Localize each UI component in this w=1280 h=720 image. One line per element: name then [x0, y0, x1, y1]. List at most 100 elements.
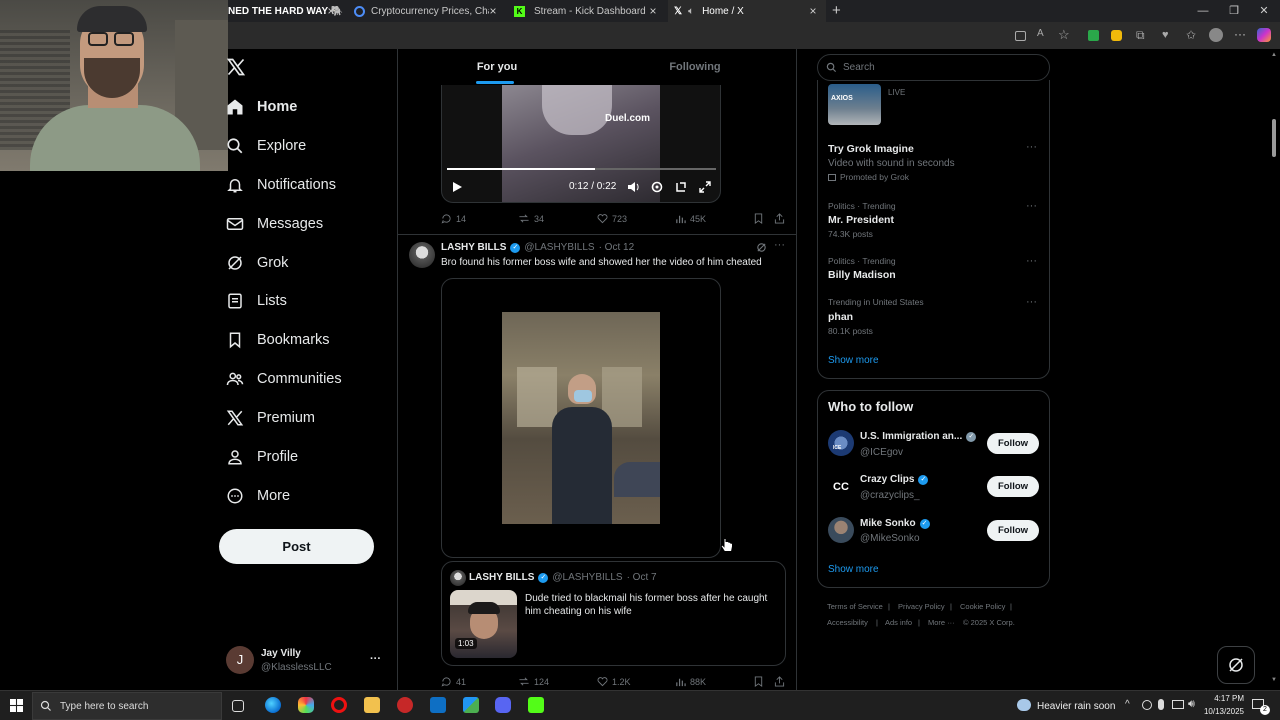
footer-link-accessibility[interactable]: Accessibility	[827, 618, 868, 627]
avatar[interactable]: ICE	[828, 430, 854, 456]
extension-yellow-icon[interactable]	[1111, 30, 1122, 41]
follow-suggestion-crazy-clips[interactable]: Crazy Clips ✓	[860, 474, 929, 485]
nav-notifications[interactable]: Notifications	[226, 169, 336, 201]
views-button[interactable]: 88K	[675, 676, 706, 687]
trend-more-icon[interactable]: ···	[1026, 141, 1037, 153]
follow-button[interactable]: Follow	[987, 433, 1039, 454]
scrollbar-thumb[interactable]	[1272, 119, 1276, 157]
copilot-taskbar-icon[interactable]	[298, 697, 314, 713]
follow-suggestion-ice[interactable]: U.S. Immigration an... ✓	[860, 431, 977, 442]
like-button[interactable]: 1.2K	[597, 676, 631, 687]
trend-more-icon[interactable]: ···	[1026, 255, 1037, 267]
minimize-button[interactable]: —	[1195, 3, 1211, 19]
author-handle[interactable]: @LASHYBILLS	[524, 242, 594, 253]
trend-more-icon[interactable]: ···	[1026, 296, 1037, 308]
nav-messages[interactable]: Messages	[226, 208, 323, 240]
windows-start-icon[interactable]	[10, 699, 23, 712]
x-logo-icon[interactable]	[226, 57, 246, 77]
favorite-star-icon[interactable]: ☆	[1058, 27, 1072, 42]
microphone-icon[interactable]	[1158, 699, 1164, 710]
live-thumbnail[interactable]: AXIOS	[828, 84, 881, 125]
video-player[interactable]	[441, 278, 721, 558]
post-date[interactable]: · Oct 12	[599, 242, 635, 253]
task-view-icon[interactable]	[232, 700, 244, 712]
avatar[interactable]	[409, 242, 435, 268]
post-more-icon[interactable]: ···	[774, 239, 785, 251]
discord-icon[interactable]	[495, 697, 511, 713]
follow-suggestion-mike-sonko[interactable]: Mike Sonko ✓	[860, 518, 930, 529]
search-input[interactable]: Search	[817, 54, 1050, 81]
file-explorer-icon[interactable]	[364, 697, 380, 713]
page-scrollbar[interactable]: ▲ ▼	[1268, 49, 1280, 690]
extensions-puzzle-icon[interactable]: ⧉	[1136, 28, 1150, 42]
avatar[interactable]	[828, 517, 854, 543]
footer-link-privacy[interactable]: Privacy Policy	[898, 602, 945, 611]
settings-more-icon[interactable]: ···	[1234, 27, 1248, 41]
volume-icon[interactable]	[627, 181, 640, 193]
browser-tab-1[interactable]: NED THE HARD WAY 🐘 | A ×	[222, 0, 344, 22]
video-progress-track[interactable]	[447, 168, 716, 170]
nav-profile[interactable]: Profile	[226, 441, 298, 473]
close-window-button[interactable]: ✕	[1256, 3, 1272, 19]
follow-button[interactable]: Follow	[987, 476, 1039, 497]
tab-close-icon[interactable]: ×	[324, 4, 338, 18]
share-icon[interactable]	[774, 676, 785, 687]
footer-link-ads[interactable]: Ads info	[885, 618, 912, 627]
post-button[interactable]: Post	[219, 529, 374, 564]
kick-app-icon[interactable]	[528, 697, 544, 713]
tab-close-icon[interactable]: ×	[486, 4, 500, 18]
profile-avatar-icon[interactable]	[1209, 28, 1223, 42]
trend-item-billy-madison[interactable]: Politics · Trending Billy Madison	[828, 256, 896, 281]
trend-item-mr-president[interactable]: Politics · Trending Mr. President 74.3K …	[828, 201, 896, 239]
extension-green-icon[interactable]	[1088, 30, 1099, 41]
reply-button[interactable]: 41	[441, 676, 466, 687]
browser-tab-2[interactable]: Cryptocurrency Prices, Charts, Da ×	[348, 0, 506, 22]
new-tab-button[interactable]: +	[832, 2, 841, 19]
outlook-icon[interactable]	[430, 697, 446, 713]
tab-close-icon[interactable]: ×	[646, 4, 660, 18]
opera-icon[interactable]	[331, 697, 347, 713]
tray-chevron-icon[interactable]: ^	[1125, 699, 1130, 710]
favorites-icon[interactable]: ✩	[1186, 28, 1200, 42]
repost-button[interactable]: 124	[518, 676, 549, 687]
volume-tray-icon[interactable]: 🔊︎	[1188, 698, 1195, 711]
weather-text[interactable]: Heavier rain soon	[1037, 701, 1115, 712]
trend-item-grok[interactable]: Try Grok Imagine Video with sound in sec…	[828, 143, 955, 182]
clock-time[interactable]: 4:17 PM	[1206, 694, 1244, 703]
avatar[interactable]: J	[226, 646, 254, 674]
read-aloud-icon[interactable]: A	[1037, 28, 1051, 42]
follow-show-more-link[interactable]: Show more	[828, 564, 879, 575]
author-name[interactable]: LASHY BILLS	[441, 242, 506, 253]
store-icon[interactable]	[463, 697, 479, 713]
grok-float-button[interactable]	[1217, 646, 1255, 684]
browser-essentials-icon[interactable]: ♥	[1162, 29, 1176, 43]
trends-show-more-link[interactable]: Show more	[828, 355, 879, 366]
scroll-down-icon[interactable]: ▼	[1271, 677, 1277, 683]
browser-tab-3[interactable]: K Stream - Kick Dashboard ×	[508, 0, 666, 22]
footer-link-cookie[interactable]: Cookie Policy	[960, 602, 1005, 611]
repost-button[interactable]: 34	[518, 213, 544, 224]
maximize-button[interactable]: ❐	[1226, 3, 1242, 19]
quoted-post[interactable]: LASHY BILLS ✓ @LASHYBILLS · Oct 7 1:03 D…	[441, 561, 786, 666]
bookmark-icon[interactable]	[753, 213, 764, 224]
trend-more-icon[interactable]: ···	[1026, 200, 1037, 212]
nav-grok[interactable]: Grok	[226, 247, 288, 279]
avatar[interactable]: CC	[828, 474, 854, 500]
nav-home[interactable]: Home	[226, 91, 297, 123]
share-icon[interactable]	[774, 213, 785, 224]
clock-date[interactable]: 10/13/2025	[1200, 707, 1244, 716]
footer-link-more[interactable]: More ···	[928, 618, 955, 627]
follow-button[interactable]: Follow	[987, 520, 1039, 541]
footer-link-terms[interactable]: Terms of Service	[827, 602, 883, 611]
reply-button[interactable]: 14	[441, 213, 466, 224]
network-icon[interactable]	[1172, 700, 1184, 709]
nav-premium[interactable]: Premium	[226, 402, 315, 434]
views-button[interactable]: 45K	[675, 213, 706, 224]
fullscreen-icon[interactable]	[699, 181, 711, 193]
trend-item-phan[interactable]: Trending in United States phan 80.1K pos…	[828, 297, 924, 336]
nav-communities[interactable]: Communities	[226, 363, 342, 395]
reader-icon[interactable]	[1015, 31, 1026, 41]
pip-icon[interactable]	[675, 181, 687, 193]
browser-tab-4[interactable]: 𝕏 🔈︎ Home / X ×	[668, 0, 826, 22]
copilot-icon[interactable]	[1257, 28, 1271, 42]
